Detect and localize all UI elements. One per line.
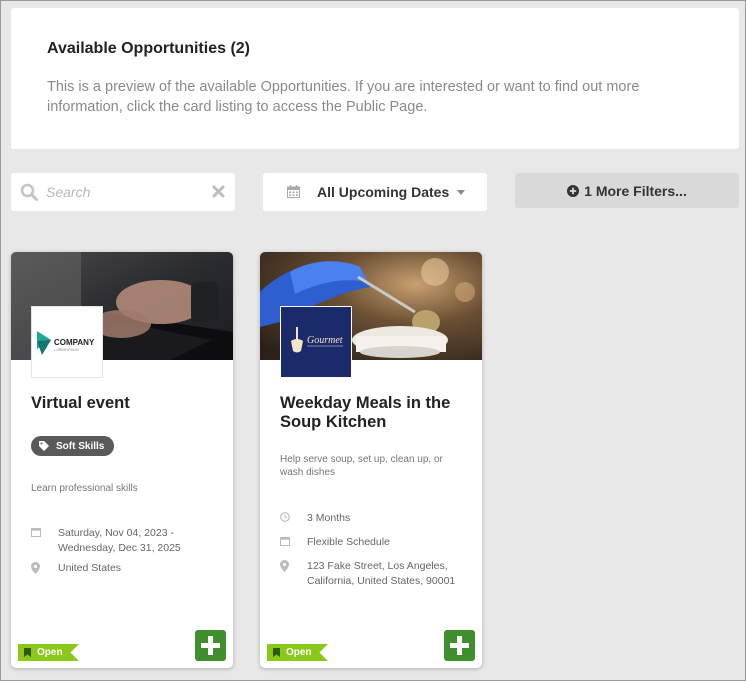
more-filters-button[interactable]: 1 More Filters... [515, 173, 739, 208]
calendar-icon [287, 185, 300, 198]
card-duration-row: 3 Months [280, 511, 470, 526]
logo-subtext: LOREM IPSUM [54, 348, 79, 352]
card-title: Virtual event [31, 394, 130, 412]
card-description: Help serve soup, set up, clean up, or wa… [280, 454, 443, 478]
card-location: United States [58, 562, 122, 574]
skill-tag: Soft Skills [31, 436, 115, 456]
card-schedule-row: Flexible Schedule [280, 535, 470, 550]
caret-down-icon [457, 190, 465, 195]
opportunity-card[interactable]: COMPANY LOREM IPSUM Virtual event Soft S… [11, 252, 233, 668]
card-date-row: Saturday, Nov 04, 2023 - Wednesday, Dec … [31, 526, 221, 556]
status-badge: Open [267, 644, 328, 661]
plus-circle-icon [567, 184, 580, 197]
close-icon[interactable] [212, 185, 225, 198]
tag-icon [39, 441, 49, 451]
status-label: Open [37, 647, 63, 658]
search-box[interactable] [11, 173, 235, 211]
card-duration: 3 Months [307, 512, 351, 524]
date-filter-label: All Upcoming Dates [317, 184, 450, 200]
search-icon [20, 183, 38, 201]
add-button[interactable] [195, 630, 226, 661]
header-panel: Available Opportunities (2) This is a pr… [11, 8, 739, 149]
date-filter-select[interactable]: All Upcoming Dates [263, 173, 487, 211]
search-input[interactable] [46, 182, 206, 202]
bookmark-icon [24, 648, 31, 657]
logo-company-text: COMPANY [54, 338, 95, 347]
card-schedule: Flexible Schedule [307, 536, 390, 548]
card-location: 123 Fake Street, Los Angeles, California… [307, 560, 456, 587]
clock-icon [280, 512, 290, 522]
page-title: Available Opportunities (2) [47, 40, 250, 57]
status-badge: Open [18, 644, 79, 661]
card-date: Saturday, Nov 04, 2023 - Wednesday, Dec … [58, 527, 181, 554]
organization-logo: COMPANY LOREM IPSUM [31, 306, 103, 378]
calendar-icon [31, 528, 41, 537]
logo-gourmet-text: Gourmet [307, 335, 343, 346]
card-title: Weekday Meals in the Soup Kitchen [280, 394, 451, 431]
more-filters-label: 1 More Filters... [584, 182, 687, 199]
map-pin-icon [31, 562, 40, 574]
plus-icon [201, 636, 220, 655]
organization-logo: Gourmet [280, 306, 352, 378]
page-description: This is a preview of the available Oppor… [47, 79, 640, 115]
add-button[interactable] [444, 630, 475, 661]
card-description: Learn professional skills [31, 483, 138, 494]
opportunity-card[interactable]: Gourmet Weekday Meals in the Soup Kitche… [260, 252, 482, 668]
status-label: Open [286, 647, 312, 658]
calendar-icon [280, 537, 290, 546]
card-location-row: United States [31, 561, 221, 576]
skill-tag-label: Soft Skills [56, 440, 105, 452]
map-pin-icon [280, 560, 289, 572]
card-location-row: 123 Fake Street, Los Angeles, California… [280, 559, 470, 605]
plus-icon [450, 636, 469, 655]
bookmark-icon [273, 648, 280, 657]
